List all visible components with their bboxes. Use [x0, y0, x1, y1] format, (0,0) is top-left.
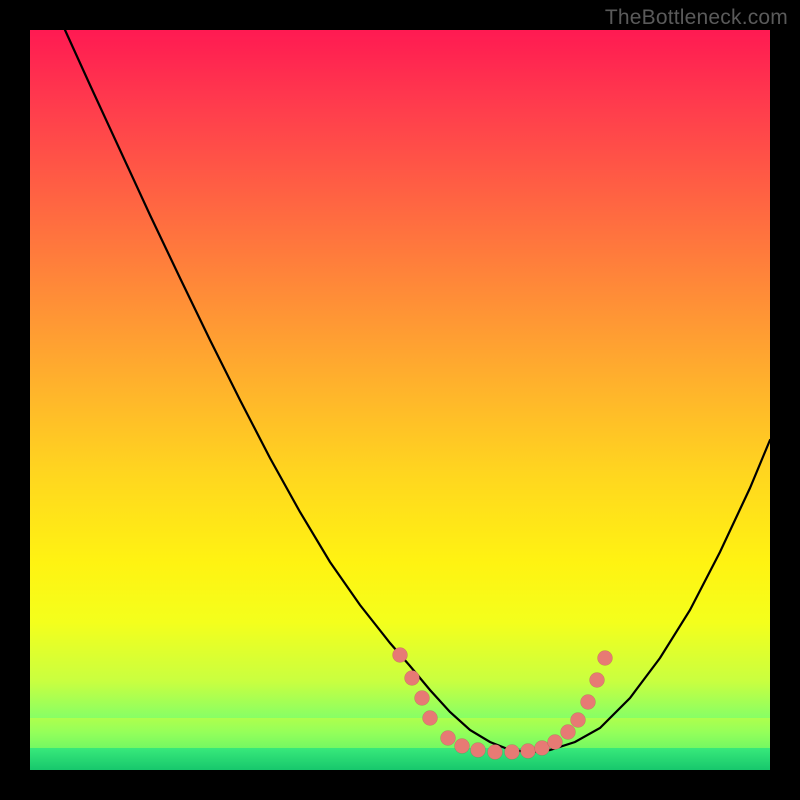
data-point	[393, 648, 408, 663]
data-point	[488, 745, 503, 760]
data-point	[521, 744, 536, 759]
data-point	[590, 673, 605, 688]
plot-area	[30, 30, 770, 770]
data-point	[505, 745, 520, 760]
data-points-group	[393, 648, 613, 760]
data-point	[535, 741, 550, 756]
data-point	[598, 651, 613, 666]
data-point	[441, 731, 456, 746]
data-point	[581, 695, 596, 710]
data-point	[561, 725, 576, 740]
data-point	[415, 691, 430, 706]
data-point	[471, 743, 486, 758]
data-point	[455, 739, 470, 754]
data-point	[548, 735, 563, 750]
chart-frame: TheBottleneck.com	[0, 0, 800, 800]
bottleneck-curve	[65, 30, 770, 752]
data-point	[405, 671, 420, 686]
curve-svg	[30, 30, 770, 770]
data-point	[571, 713, 586, 728]
watermark-text: TheBottleneck.com	[605, 6, 788, 30]
data-point	[423, 711, 438, 726]
